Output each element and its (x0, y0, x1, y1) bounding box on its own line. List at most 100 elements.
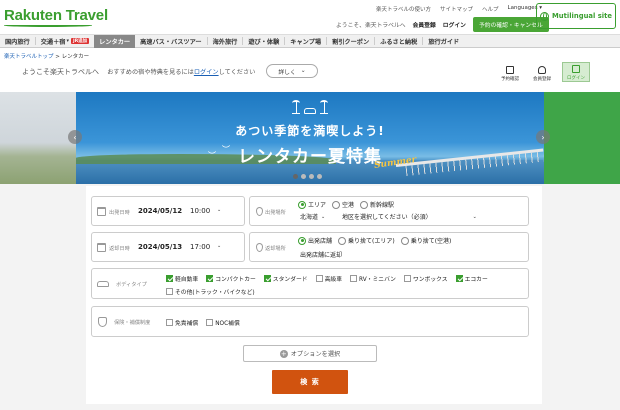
carousel-dot[interactable] (317, 174, 322, 179)
radio-shinkansen[interactable]: 新幹線駅 (360, 200, 394, 209)
return-place-label: 返却場所 (265, 246, 286, 252)
checkbox-noc[interactable]: NOC補償 (206, 318, 240, 327)
region-select-value: 北海道 (300, 214, 319, 221)
header-welcome-text: ようこそ、楽天トラベルへ (336, 23, 406, 29)
location-pin-icon (256, 207, 263, 216)
search-button[interactable]: 検 索 (272, 370, 348, 394)
radio-oneway-area[interactable]: 乗り捨て(エリア) (338, 236, 395, 245)
depart-place-type-radios: エリア 空港 新幹線駅 (298, 200, 394, 209)
area-select[interactable]: 地区を選択してください（必須） ⌄ (342, 212, 477, 222)
details-button[interactable]: 詳しく ⌄ (266, 64, 318, 78)
palm-tree-icon (292, 100, 300, 114)
checkbox-box (206, 319, 214, 326)
banner-next-slide-image[interactable] (544, 92, 620, 184)
member-register-quick-button[interactable]: 会員登録 (530, 62, 554, 82)
radio-airport-label: 空港 (342, 202, 355, 209)
checkbox-rv-minivan[interactable]: RV・ミニバン (350, 274, 396, 283)
body-type-label: ボディタイプ (116, 282, 147, 288)
depart-date-value[interactable]: 2024/05/12 (138, 207, 182, 215)
header-subrow: ようこそ、楽天トラベルへ 会員登録 ログイン 予約の確認・キャンセル (336, 17, 549, 32)
return-time-value[interactable]: 17:00 (190, 243, 210, 251)
checkbox-one-box-label: ワンボックス (412, 277, 448, 283)
area-select-placeholder: 地区を選択してください（必須） (342, 214, 432, 221)
radio-circle (400, 236, 409, 245)
carousel-dot[interactable] (301, 174, 306, 179)
carousel-dot[interactable] (293, 174, 298, 179)
select-options-button[interactable]: + オプションを選択 (243, 345, 377, 362)
body-type-field: ボディタイプ 軽自動車 コンパクトカー スタンダード 高級車 RV・ミニバン ワ… (91, 268, 529, 299)
how-to-use-link[interactable]: 楽天トラベルの使い方 (376, 5, 431, 13)
nav-domestic[interactable]: 国内旅行 (0, 35, 35, 48)
return-date-value[interactable]: 2024/05/13 (138, 243, 182, 251)
return-datetime-field[interactable]: 返却日時 2024/05/13 17:00 ⌄ (91, 232, 245, 262)
region-select[interactable]: 北海道 ⌄ (300, 212, 325, 222)
sitemap-link[interactable]: サイトマップ (440, 5, 473, 13)
depart-time-value[interactable]: 10:00 (190, 207, 210, 215)
checkbox-box (350, 275, 357, 282)
nav-overseas[interactable]: 海外旅行 (208, 35, 243, 48)
main-nav: 国内旅行 交通＋宿 ▾ JR追加 レンタカー 高速バス・バスツアー 海外旅行 遊… (0, 34, 620, 48)
radio-depart-store[interactable]: 出発店舗 (298, 236, 332, 245)
banner-prev-slide-image[interactable] (0, 92, 76, 184)
checkbox-standard[interactable]: スタンダード (263, 274, 308, 283)
logo-swoosh (4, 24, 92, 27)
login-link[interactable]: ログイン (443, 20, 466, 29)
nav-furusato[interactable]: ふるさと納税 (375, 35, 422, 48)
carousel-dot[interactable] (309, 174, 314, 179)
nav-coupons[interactable]: 割引クーポン (327, 35, 374, 48)
return-datetime-label: 返却日時 (109, 246, 130, 252)
checkbox-rv-minivan-label: RV・ミニバン (359, 277, 396, 283)
nav-highway-bus[interactable]: 高速バス・バスツアー (135, 35, 207, 48)
insurance-field: 保険・補償制度 免責補償 NOC補償 (91, 306, 529, 337)
checkbox-noc-label: NOC補償 (215, 321, 240, 327)
checkbox-eco-car[interactable]: エコカー (455, 274, 488, 283)
reservation-check-button[interactable]: 予約確認 (498, 62, 522, 82)
breadcrumb-current: レンタカー (61, 54, 90, 60)
header: Rakuten Travel 楽天トラベルの使い方 サイトマップ ヘルプ Lan… (0, 0, 620, 34)
login-quick-label: ログイン (567, 76, 585, 81)
breadcrumb-separator: > (53, 54, 62, 60)
checkbox-other[interactable]: その他(トラック・バイクなど) (166, 287, 255, 296)
car-icon (304, 108, 316, 114)
radio-circle (298, 200, 306, 209)
rakuten-travel-logo[interactable]: Rakuten Travel (4, 7, 108, 24)
nav-transport-hotel[interactable]: 交通＋宿 ▾ JR追加 (36, 35, 94, 48)
checkbox-other-label: その他(トラック・バイクなど) (175, 290, 255, 296)
checkbox-cdw[interactable]: 免責補償 (166, 318, 198, 327)
checkbox-kei-car-label: 軽自動車 (175, 277, 199, 283)
login-hint-post: してください (218, 69, 256, 76)
multilingual-site-button[interactable]: Mutilingual site (536, 3, 616, 29)
nav-travel-guide[interactable]: 旅行ガイド (423, 35, 464, 48)
checkbox-luxury-label: 高級車 (324, 277, 342, 283)
carousel-next-button[interactable]: › (536, 130, 550, 144)
chevron-down-icon: ⌄ (300, 68, 306, 74)
login-quick-button[interactable]: ログイン (562, 62, 590, 82)
login-hint-link[interactable]: ログイン (194, 69, 219, 76)
depart-datetime-field[interactable]: 出発日時 2024/05/12 10:00 ⌄ (91, 196, 245, 226)
help-link[interactable]: ヘルプ (482, 5, 499, 13)
login-icon (572, 65, 580, 73)
multilingual-label: Mutilingual site (552, 12, 612, 20)
summer-rental-car-banner[interactable]: ︶ ︶ あつい季節を満喫しよう! レンタカー夏特集 Summer (76, 92, 544, 184)
calendar-icon (506, 66, 514, 74)
nav-activities[interactable]: 遊び・体験 (243, 35, 284, 48)
quick-icons: 予約確認 会員登録 ログイン (498, 62, 590, 82)
radio-oneway-airport[interactable]: 乗り捨て(空港) (400, 236, 451, 245)
depart-datetime-label: 出発日時 (109, 210, 130, 216)
checkbox-box (263, 275, 271, 282)
breadcrumb-top-link[interactable]: 楽天トラベルトップ (4, 54, 54, 60)
carousel-prev-button[interactable]: ‹ (68, 130, 82, 144)
radio-airport[interactable]: 空港 (332, 200, 354, 209)
checkbox-one-box[interactable]: ワンボックス (403, 274, 448, 283)
nav-rental-car[interactable]: レンタカー (94, 34, 136, 48)
member-register-link[interactable]: 会員登録 (413, 20, 436, 29)
checkbox-luxury[interactable]: 高級車 (315, 274, 342, 283)
checkbox-compact[interactable]: コンパクトカー (206, 274, 256, 283)
banner-carousel: ︶ ︶ あつい季節を満喫しよう! レンタカー夏特集 Summer ‹ › (0, 92, 620, 184)
checkbox-kei-car[interactable]: 軽自動車 (166, 274, 198, 283)
nav-campsite[interactable]: キャンプ場 (285, 35, 326, 48)
reservation-check-label: 予約確認 (501, 77, 519, 82)
radio-area[interactable]: エリア (298, 200, 326, 209)
breadcrumb: 楽天トラベルトップ > レンタカー (4, 52, 89, 60)
banner-icons (292, 100, 328, 114)
